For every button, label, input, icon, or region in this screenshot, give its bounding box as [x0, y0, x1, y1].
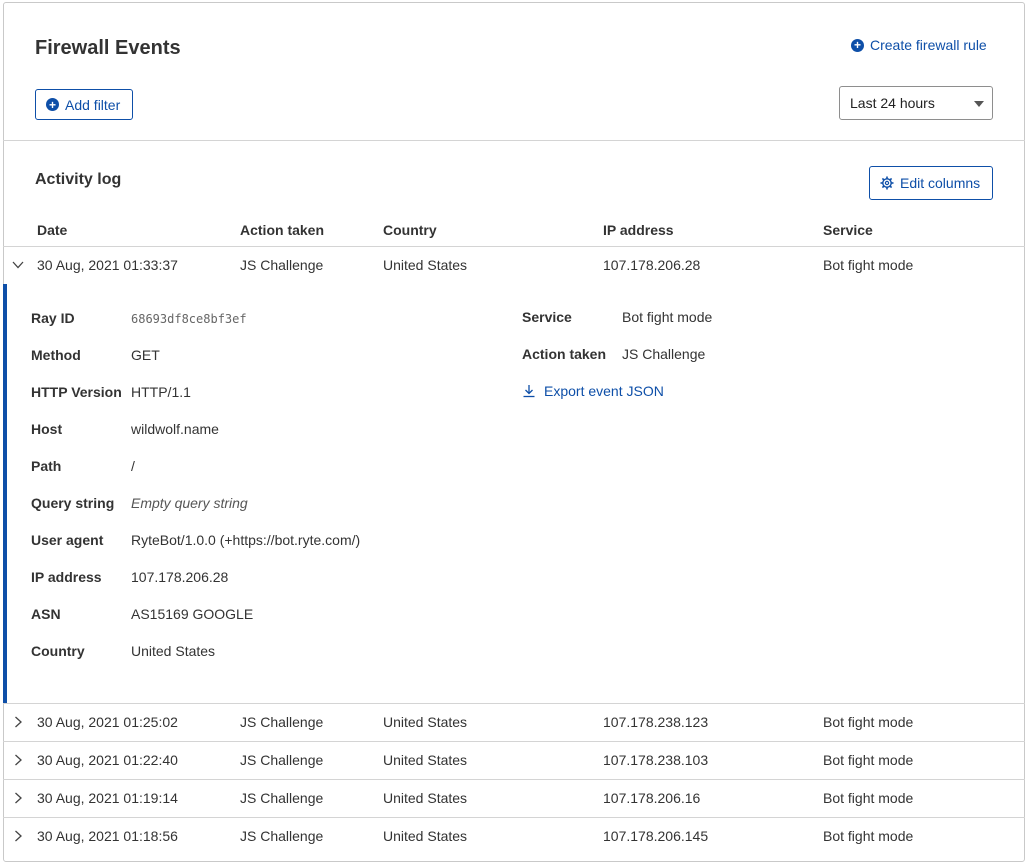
detail-label-user-agent: User agent — [31, 532, 104, 548]
detail-value-ray-id: 68693df8ce8bf3ef — [131, 312, 247, 326]
row-service: Bot fight mode — [823, 714, 914, 730]
page-title: Firewall Events — [35, 37, 181, 59]
detail-label-action-taken: Action taken — [522, 346, 607, 362]
add-filter-button[interactable]: + Add filter — [35, 89, 133, 120]
detail-label-asn: ASN — [31, 606, 61, 622]
create-firewall-rule-link[interactable]: + Create firewall rule — [851, 37, 987, 53]
plus-circle-icon: + — [851, 38, 864, 52]
column-header-service[interactable]: Service — [823, 222, 873, 238]
column-header-ip[interactable]: IP address — [603, 222, 674, 238]
table-row[interactable]: 30 Aug, 2021 01:19:14 JS Challenge Unite… — [3, 779, 1025, 817]
chevron-right-icon[interactable] — [11, 791, 25, 805]
row-service: Bot fight mode — [823, 257, 914, 273]
header-divider — [3, 140, 1025, 141]
row-date: 30 Aug, 2021 01:25:02 — [37, 714, 178, 730]
table-row[interactable]: 30 Aug, 2021 01:18:56 JS Challenge Unite… — [3, 817, 1025, 855]
detail-value-service: Bot fight mode — [622, 309, 713, 325]
activity-log-title: Activity log — [35, 171, 122, 188]
row-country: United States — [383, 714, 468, 730]
row-action: JS Challenge — [240, 828, 324, 844]
chevron-right-icon[interactable] — [11, 715, 25, 729]
expanded-detail-accent — [3, 284, 7, 703]
row-ip: 107.178.238.103 — [603, 752, 709, 768]
detail-value-country: United States — [131, 643, 216, 659]
row-date: 30 Aug, 2021 01:19:14 — [37, 790, 178, 806]
row-date: 30 Aug, 2021 01:18:56 — [37, 828, 178, 844]
detail-value-ip-address: 107.178.206.28 — [131, 569, 229, 585]
row-country: United States — [383, 257, 468, 273]
gear-icon — [880, 176, 894, 190]
column-header-date[interactable]: Date — [37, 222, 67, 238]
row-ip: 107.178.206.16 — [603, 790, 701, 806]
row-service: Bot fight mode — [823, 790, 914, 806]
row-country: United States — [383, 790, 468, 806]
detail-value-asn: AS15169 GOOGLE — [131, 606, 254, 622]
detail-value-method: GET — [131, 347, 160, 363]
create-firewall-rule-label: Create firewall rule — [870, 37, 987, 53]
edit-columns-label: Edit columns — [900, 175, 981, 191]
row-action: JS Challenge — [240, 257, 324, 273]
table-row[interactable]: 30 Aug, 2021 01:25:02 JS Challenge Unite… — [3, 703, 1025, 741]
add-filter-label: Add filter — [65, 96, 121, 113]
column-header-country[interactable]: Country — [383, 222, 437, 238]
row-date: 30 Aug, 2021 01:33:37 — [37, 257, 178, 273]
export-event-json-label: Export event JSON — [544, 383, 664, 399]
row-date: 30 Aug, 2021 01:22:40 — [37, 752, 178, 768]
row-country: United States — [383, 752, 468, 768]
row-service: Bot fight mode — [823, 752, 914, 768]
detail-value-path: / — [131, 458, 135, 474]
detail-label-service: Service — [522, 309, 572, 325]
detail-label-country: Country — [31, 643, 85, 659]
row-action: JS Challenge — [240, 714, 324, 730]
detail-label-query-string: Query string — [31, 495, 115, 511]
row-service: Bot fight mode — [823, 828, 914, 844]
chevron-down-icon[interactable] — [11, 258, 25, 272]
row-action: JS Challenge — [240, 752, 324, 768]
detail-label-http-version: HTTP Version — [31, 384, 122, 400]
chevron-right-icon[interactable] — [11, 753, 25, 767]
caret-down-icon — [974, 101, 984, 107]
detail-label-method: Method — [31, 347, 81, 363]
row-ip: 107.178.238.123 — [603, 714, 709, 730]
row-ip: 107.178.206.145 — [603, 828, 709, 844]
detail-value-http-version: HTTP/1.1 — [131, 384, 191, 400]
export-event-json-link[interactable]: Export event JSON — [522, 383, 664, 399]
time-range-value: Last 24 hours — [850, 95, 935, 111]
detail-label-path: Path — [31, 458, 62, 474]
table-row-expanded[interactable]: 30 Aug, 2021 01:33:37 JS Challenge Unite… — [3, 246, 1025, 284]
detail-label-host: Host — [31, 421, 63, 437]
edit-columns-button[interactable]: Edit columns — [869, 166, 993, 200]
row-country: United States — [383, 828, 468, 844]
column-header-action[interactable]: Action taken — [240, 222, 324, 238]
download-icon — [523, 385, 535, 398]
detail-label-ray-id: Ray ID — [31, 310, 75, 326]
row-ip: 107.178.206.28 — [603, 257, 701, 273]
detail-label-ip-address: IP address — [31, 569, 102, 585]
detail-value-host: wildwolf.name — [131, 421, 219, 437]
plus-circle-icon: + — [46, 98, 59, 111]
detail-value-query-string: Empty query string — [131, 495, 248, 511]
time-range-select[interactable]: Last 24 hours — [839, 86, 993, 120]
row-action: JS Challenge — [240, 790, 324, 806]
detail-value-user-agent: RyteBot/1.0.0 (+https://bot.ryte.com/) — [131, 532, 361, 548]
table-row[interactable]: 30 Aug, 2021 01:22:40 JS Challenge Unite… — [3, 741, 1025, 779]
detail-value-action-taken: JS Challenge — [622, 346, 706, 362]
chevron-right-icon[interactable] — [11, 829, 25, 843]
